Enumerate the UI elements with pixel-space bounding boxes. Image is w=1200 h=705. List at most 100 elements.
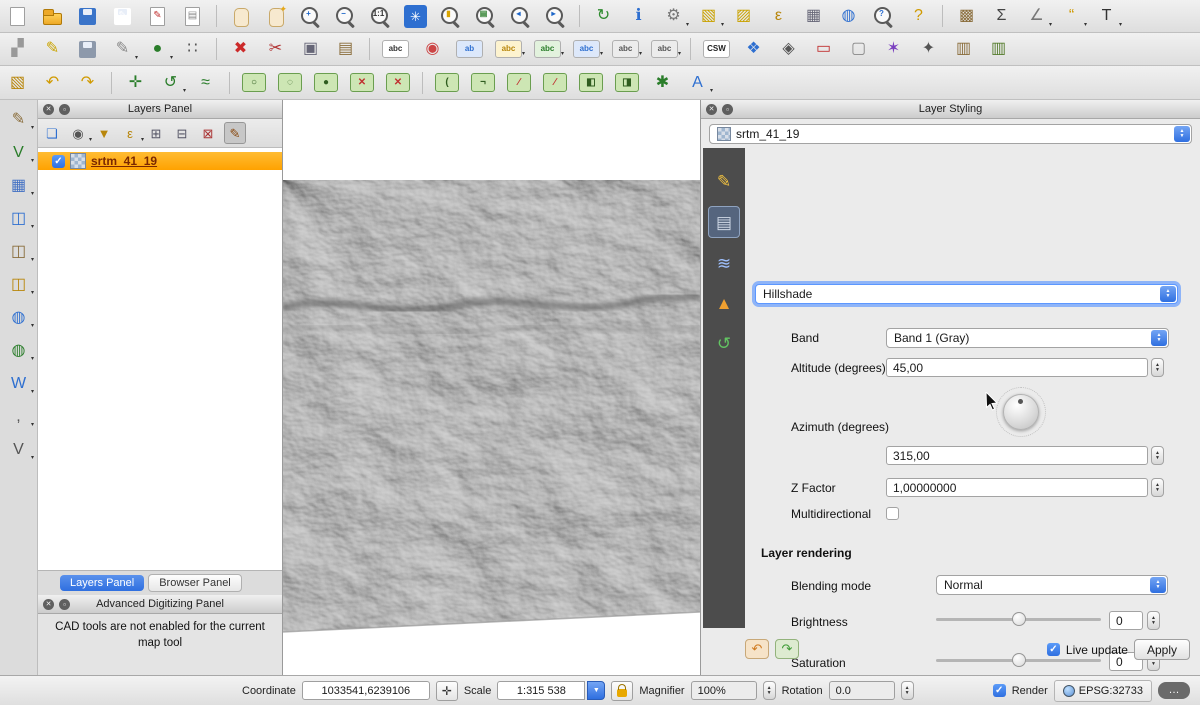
zfactor-spinbox[interactable]: 1,00000000 [886, 478, 1148, 497]
edits-menu-icon[interactable]: ✎▾ [111, 38, 134, 61]
float-panel-icon[interactable] [722, 104, 733, 115]
azimuth-dial[interactable] [1003, 394, 1039, 430]
pan-map-icon[interactable] [229, 5, 252, 28]
raster-toolbar-2-icon[interactable]: ▥ [987, 38, 1010, 61]
refresh-map-icon[interactable]: ↻ [592, 5, 615, 28]
altitude-spinbox[interactable]: 45,00 [886, 358, 1148, 377]
metasearch-icon[interactable]: ? [872, 5, 895, 28]
style-undo-button[interactable]: ↶ [745, 639, 769, 659]
histogram-icon[interactable]: ≋ [709, 248, 739, 278]
coordinate-field[interactable]: 1033541,6239106 [302, 681, 430, 700]
new-project-icon[interactable] [6, 5, 29, 28]
map-tips-icon[interactable]: “▾ [1060, 5, 1083, 28]
messages-button[interactable]: … [1158, 682, 1190, 699]
azimuth-spinbox[interactable]: 315,00 [886, 446, 1148, 465]
add-wms-layer-icon[interactable]: ◍▾ [7, 306, 30, 329]
zoom-to-selection-icon[interactable]: ▮ [439, 5, 462, 28]
measure-icon[interactable]: ∠▾ [1025, 5, 1048, 28]
crs-button[interactable]: EPSG:32733 [1054, 680, 1152, 702]
render-checkbox[interactable] [993, 684, 1006, 697]
add-wcs-layer-icon[interactable]: ◍▾ [7, 339, 30, 362]
select-by-expression-icon[interactable]: ε [767, 5, 790, 28]
remove-layer-icon[interactable]: ⊠ [198, 123, 218, 143]
zoom-full-icon[interactable]: ✳ [404, 5, 427, 28]
deselect-features-icon[interactable]: ▨ [732, 5, 755, 28]
delete-ring-icon[interactable]: ✕ [350, 73, 374, 92]
label-color-icon[interactable]: ◉ [421, 38, 444, 61]
raster-toolbar-1-icon[interactable]: ▥ [952, 38, 975, 61]
save-project-as-icon[interactable]: ✎ [111, 5, 134, 28]
add-postgis-layer-icon[interactable]: ◫▾ [7, 207, 30, 230]
brightness-spinbox[interactable]: 0 [1109, 611, 1143, 630]
extent-rectangle-icon[interactable]: ▭ [812, 38, 835, 61]
layer-styling-toggle-icon[interactable]: ✎ [224, 122, 246, 144]
styling-layer-selector[interactable]: srtm_41_19 [709, 124, 1192, 144]
band-combo[interactable]: Band 1 (Gray) [886, 328, 1169, 348]
brightness-stepper[interactable] [1147, 611, 1160, 630]
select-features-icon[interactable]: ▧▾ [697, 5, 720, 28]
open-attribute-table-icon[interactable]: ▦ [802, 5, 825, 28]
simplify-feature-icon[interactable]: ≈ [194, 71, 217, 94]
snapping-options-icon[interactable]: ▧ [6, 71, 29, 94]
magnifier-field[interactable]: 100% [691, 681, 757, 700]
field-calculator-icon[interactable]: ▩ [955, 5, 978, 28]
current-edits-icon[interactable]: ▞ [6, 38, 29, 61]
live-update-checkbox[interactable] [1047, 643, 1060, 656]
mouse-tracking-button[interactable]: ✛ [436, 681, 458, 701]
open-styling-dock-icon[interactable]: ❏ [42, 123, 62, 143]
pan-to-selection-icon[interactable]: ✦ [264, 5, 287, 28]
rotation-stepper[interactable] [901, 681, 914, 700]
identify-features-icon[interactable]: ℹ [627, 5, 650, 28]
label-properties-icon[interactable]: abc▾ [651, 40, 678, 58]
geometry-checker-icon[interactable]: ◈ [777, 38, 800, 61]
transparency-icon[interactable]: ▤ [708, 206, 740, 238]
text-annotation-icon[interactable]: T▾ [1095, 5, 1118, 28]
brightness-slider[interactable] [936, 612, 1101, 626]
csw-search-icon[interactable]: CSW [703, 40, 730, 58]
advanced-digitizing-menu-icon[interactable]: A▾ [686, 71, 709, 94]
add-wfs-layer-icon[interactable]: W▾ [7, 372, 30, 395]
delete-part-icon[interactable]: ✕ [386, 73, 410, 92]
add-ring-icon[interactable]: ○ [242, 73, 266, 92]
label-highlight-icon[interactable]: abc▾ [495, 40, 522, 58]
label-change-icon[interactable]: abc▾ [612, 40, 639, 58]
redo-edit-icon[interactable]: ↷ [76, 71, 99, 94]
label-pin-icon[interactable]: ab [456, 40, 483, 58]
filter-legend-icon[interactable]: ▼ [94, 123, 114, 143]
toggle-editing-icon[interactable]: ✎ [41, 38, 64, 61]
apply-button[interactable]: Apply [1134, 639, 1190, 660]
tab-layers-panel[interactable]: Layers Panel [60, 575, 144, 591]
float-panel-icon[interactable] [59, 599, 70, 610]
magnifier-stepper[interactable] [763, 681, 776, 700]
multidirectional-checkbox[interactable] [886, 507, 899, 520]
split-features-icon[interactable]: ∕ [507, 73, 531, 92]
add-part-icon[interactable]: ◌ [278, 73, 302, 92]
zoom-to-layer-icon[interactable]: ▤ [474, 5, 497, 28]
label-rotate-icon[interactable]: abc▾ [573, 40, 600, 58]
add-feature-icon[interactable]: ●▾ [146, 38, 169, 61]
paste-features-icon[interactable]: ▤ [334, 38, 357, 61]
scale-dropdown-button[interactable] [587, 681, 605, 700]
label-move-icon[interactable]: abc▾ [534, 40, 561, 58]
copy-features-icon[interactable]: ▣ [299, 38, 322, 61]
whats-this-icon[interactable]: ? [907, 5, 930, 28]
trace-tool-icon[interactable]: ✱ [651, 71, 674, 94]
style-manager-icon[interactable]: ✶ [882, 38, 905, 61]
map-canvas[interactable] [283, 100, 700, 675]
zoom-in-icon[interactable]: + [299, 5, 322, 28]
statistical-summary-icon[interactable]: Σ [990, 5, 1013, 28]
add-spatialite-layer-icon[interactable]: ◫▾ [7, 240, 30, 263]
tab-browser-panel[interactable]: Browser Panel [148, 574, 242, 592]
split-parts-icon[interactable]: ∕ [543, 73, 567, 92]
new-virtual-layer-icon[interactable]: V▾ [7, 438, 30, 461]
save-layer-edits-icon[interactable] [76, 38, 99, 61]
create-new-layer-icon[interactable]: ✎▾ [7, 108, 30, 131]
rotate-feature-icon[interactable]: ↺▾ [159, 71, 182, 94]
blending-mode-combo[interactable]: Normal [936, 575, 1168, 595]
open-project-icon[interactable] [41, 5, 64, 28]
zfactor-stepper[interactable] [1151, 478, 1164, 497]
add-raster-layer-icon[interactable]: ▦▾ [7, 174, 30, 197]
delete-selected-icon[interactable]: ✖ [229, 38, 252, 61]
altitude-stepper[interactable] [1151, 358, 1164, 377]
scale-lock-button[interactable] [611, 681, 633, 701]
